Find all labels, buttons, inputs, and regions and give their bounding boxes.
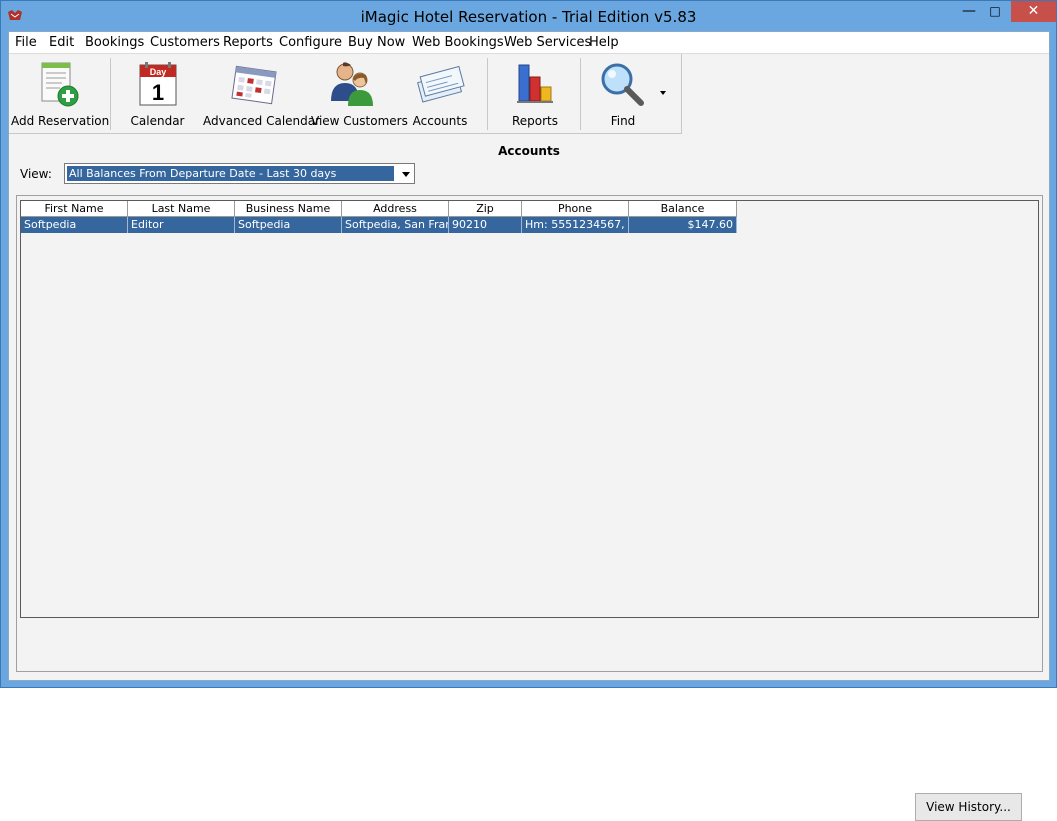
customers-icon xyxy=(331,62,373,106)
find-label: Find xyxy=(610,114,636,128)
table-cell: Softpedia xyxy=(21,217,128,233)
toolbar-separator xyxy=(487,58,488,130)
page-title: Accounts xyxy=(498,144,560,158)
column-header[interactable]: Last Name xyxy=(128,201,235,217)
table-cell: 90210 xyxy=(449,217,522,233)
advanced-calendar-button[interactable]: Advanced Calendar xyxy=(203,54,321,132)
add-reservation-label: Add Reservation xyxy=(11,114,110,128)
calendar-icon-number: 1 xyxy=(152,80,164,105)
advanced-calendar-icon xyxy=(231,65,277,105)
add-reservation-button[interactable]: Add Reservation xyxy=(11,54,110,132)
calendar-icon: Day 1 xyxy=(139,62,177,106)
find-dropdown-icon[interactable] xyxy=(660,91,666,95)
app-window: iMagic Hotel Reservation - Trial Edition… xyxy=(0,0,1057,821)
table-cell: $147.60 xyxy=(629,217,737,233)
menu-buy-now[interactable]: Buy Now xyxy=(348,35,405,50)
menu-bookings[interactable]: Bookings xyxy=(85,35,144,50)
reports-button[interactable]: Reports xyxy=(499,54,571,132)
view-select[interactable]: All Balances From Departure Date - Last … xyxy=(64,163,415,184)
calendar-icon-day: Day xyxy=(150,67,167,77)
menu-customers[interactable]: Customers xyxy=(150,35,220,50)
menu-help[interactable]: Help xyxy=(589,35,619,50)
calendar-label: Calendar xyxy=(130,114,185,128)
column-header[interactable]: Balance xyxy=(629,201,737,217)
column-header[interactable]: First Name xyxy=(21,201,128,217)
table-cell: Editor xyxy=(128,217,235,233)
close-button[interactable]: ✕ xyxy=(1011,1,1056,22)
accounts-table[interactable]: First Name Last Name Business Name Addre… xyxy=(20,200,1039,618)
menu-configure[interactable]: Configure xyxy=(279,35,342,50)
menu-reports[interactable]: Reports xyxy=(223,35,273,50)
view-select-value: All Balances From Departure Date - Last … xyxy=(67,166,394,181)
accounts-label: Accounts xyxy=(412,114,468,128)
accounts-icon xyxy=(417,65,465,103)
calendar-button[interactable]: Day 1 Calendar xyxy=(121,54,194,132)
menu-edit[interactable]: Edit xyxy=(49,35,74,50)
view-label: View: xyxy=(20,167,52,181)
menu-web-services[interactable]: Web Services xyxy=(504,35,591,50)
client-area: File Edit Bookings Customers Reports Con… xyxy=(8,31,1050,821)
column-header[interactable]: Business Name xyxy=(235,201,342,217)
find-button[interactable]: Find xyxy=(591,54,655,132)
maximize-button[interactable]: □ xyxy=(982,1,1008,22)
view-history-button[interactable]: View History... xyxy=(915,793,1022,821)
add-reservation-icon xyxy=(41,62,79,107)
menu-bar: File Edit Bookings Customers Reports Con… xyxy=(9,32,1049,54)
reports-icon xyxy=(517,64,553,103)
minimize-button[interactable]: — xyxy=(956,1,982,22)
advanced-calendar-label: Advanced Calendar xyxy=(203,114,321,128)
table-cell: Softpedia xyxy=(235,217,342,233)
accounts-panel: First Name Last Name Business Name Addre… xyxy=(16,195,1043,821)
magnifier-icon xyxy=(601,63,644,106)
window-title: iMagic Hotel Reservation - Trial Edition… xyxy=(360,8,697,26)
toolbar: Add Reservation Day 1 Calendar Advanced … xyxy=(9,54,682,134)
toolbar-separator xyxy=(580,58,581,130)
table-cell: Softpedia, San Franc xyxy=(342,217,449,233)
column-header[interactable]: Address xyxy=(342,201,449,217)
chevron-down-icon[interactable] xyxy=(402,172,410,177)
reports-label: Reports xyxy=(511,114,559,128)
column-header[interactable]: Phone xyxy=(522,201,629,217)
menu-file[interactable]: File xyxy=(15,35,37,50)
accounts-button[interactable]: Accounts xyxy=(405,54,475,132)
table-cell: Hm: 5551234567, W/ xyxy=(522,217,629,233)
column-header[interactable]: Zip xyxy=(449,201,522,217)
toolbar-separator xyxy=(110,58,111,130)
title-bar[interactable]: iMagic Hotel Reservation - Trial Edition… xyxy=(1,1,1056,31)
view-customers-button[interactable]: View Customers xyxy=(311,54,408,132)
view-customers-label: View Customers xyxy=(311,114,408,128)
menu-web-bookings[interactable]: Web Bookings xyxy=(412,35,504,50)
